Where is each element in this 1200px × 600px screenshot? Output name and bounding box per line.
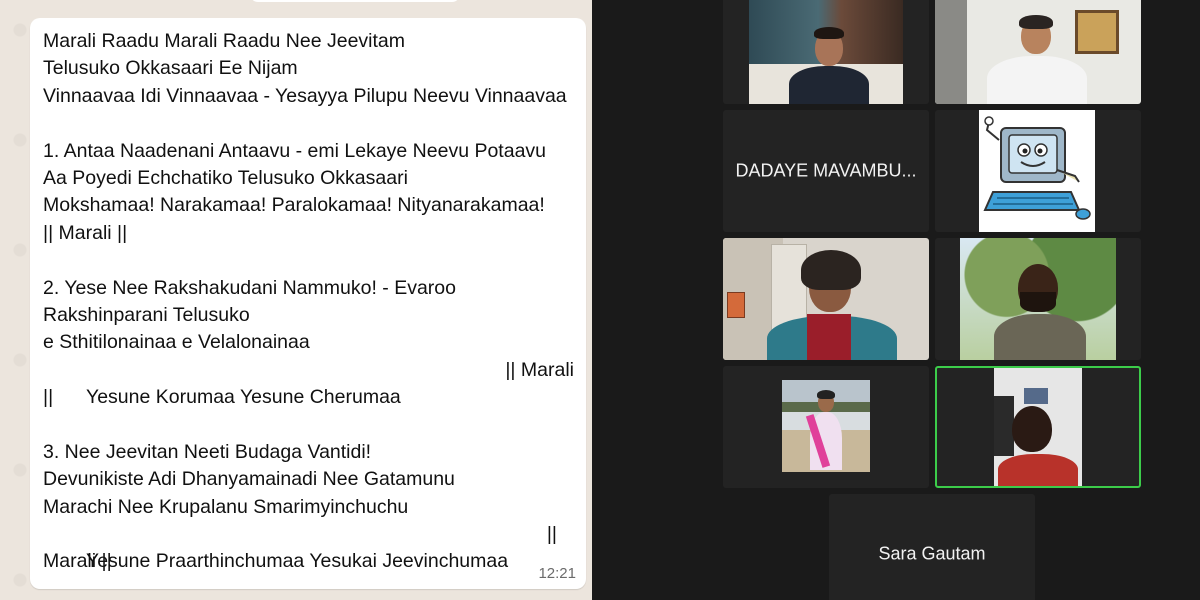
message-timestamp: 12:21	[538, 565, 576, 582]
message-line	[43, 247, 574, 274]
participant-video	[723, 238, 929, 360]
message-line: || Marali ||	[43, 221, 128, 244]
message-text: Marali Raadu Marali Raadu Nee Jeevitam T…	[43, 28, 574, 576]
message-line: Devunikiste Adi Dhanyamainadi Nee Gatamu…	[43, 468, 455, 491]
previous-message-edge	[250, 0, 460, 2]
message-line: Telusuko Okkasaari Ee Nijam	[43, 57, 298, 80]
message-line: Rakshinparani Telusuko	[43, 303, 250, 326]
message-line: Marali Raadu Marali Raadu Nee Jeevitam	[43, 30, 405, 52]
message-line-right: ||	[546, 523, 557, 546]
participant-name: Sara Gautam	[878, 543, 986, 564]
participant-tile[interactable]	[723, 366, 929, 488]
video-gallery: DADAYE MAVAMBU... Sara Gautam	[592, 0, 1200, 600]
participant-tile[interactable]	[723, 238, 929, 360]
message-line	[43, 411, 574, 438]
message-line: Vinnaavaa Idi Vinnaavaa - Yesayya Pilupu…	[43, 84, 567, 107]
participant-tile[interactable]: DADAYE MAVAMBU...	[723, 110, 929, 232]
message-line	[43, 110, 574, 137]
participant-tile-active-speaker[interactable]	[935, 366, 1141, 488]
participant-video	[782, 380, 870, 472]
message-line: 1. Antaa Naadenani Antaavu - emi Lekaye …	[43, 139, 547, 162]
message-line: Yesune Korumaa Yesune Cherumaa || Marali	[43, 357, 574, 408]
message-line: Marachi Nee Krupalanu Smarimyinchuchu	[43, 495, 409, 518]
message-line-right: || Marali	[505, 358, 574, 381]
participant-tile[interactable]	[935, 110, 1141, 232]
message-line: Aa Poyedi Echchatiko Telusuko Okkasaari	[43, 166, 408, 189]
participant-video	[935, 0, 1141, 104]
participant-video	[960, 238, 1116, 360]
message-line: e Sthitilonainaa e Velalonainaa	[43, 331, 310, 354]
participant-tile[interactable]	[935, 0, 1141, 104]
message-line: 2. Yese Nee Rakshakudani Nammuko! - Evar…	[43, 276, 456, 299]
participant-tile[interactable]: Sara Gautam	[829, 494, 1035, 600]
chat-pane: Marali Raadu Marali Raadu Nee Jeevitam T…	[0, 0, 592, 600]
participant-name: DADAYE MAVAMBU...	[735, 160, 917, 181]
participant-video	[994, 368, 1082, 486]
participant-tile[interactable]	[723, 0, 929, 104]
participant-avatar	[979, 110, 1095, 232]
message-line: Yesune Praarthinchumaa Yesukai Jeevinchu…	[43, 521, 574, 572]
message-bubble[interactable]: Marali Raadu Marali Raadu Nee Jeevitam T…	[30, 18, 586, 589]
computer-cartoon-icon	[983, 116, 1091, 220]
message-line: 3. Nee Jeevitan Neeti Budaga Vantidi!	[43, 440, 372, 463]
participant-video	[749, 0, 903, 104]
message-line: Mokshamaa! Narakamaa! Paralokamaa! Nitya…	[43, 194, 545, 217]
message-line-left: Yesune Praarthinchumaa Yesukai Jeevinchu…	[86, 550, 509, 573]
participant-tile[interactable]	[935, 238, 1141, 360]
message-line-left: Yesune Korumaa Yesune Cherumaa	[86, 386, 401, 409]
